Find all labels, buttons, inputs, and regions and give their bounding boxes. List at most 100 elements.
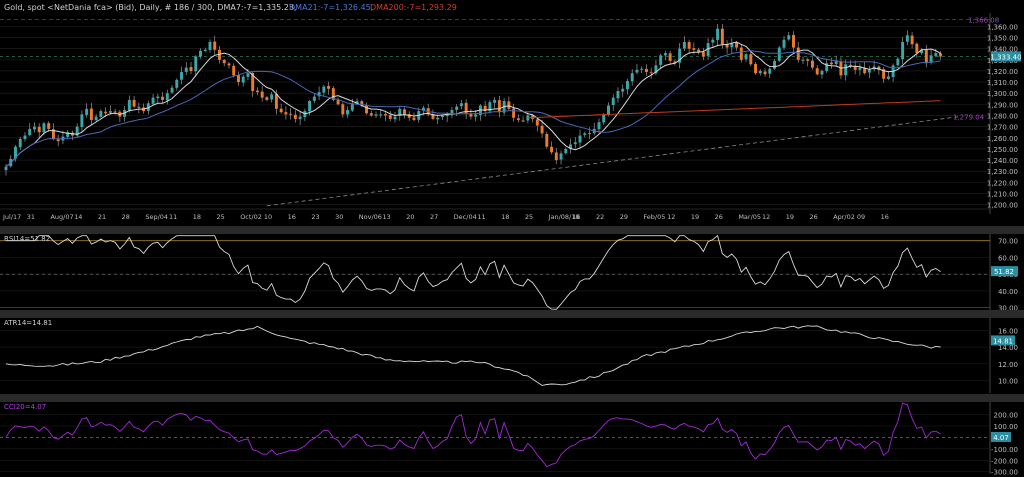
candle-body[interactable] bbox=[758, 70, 762, 74]
candle-body[interactable] bbox=[180, 72, 183, 80]
candle-body[interactable] bbox=[625, 80, 629, 90]
candle-body[interactable] bbox=[777, 47, 781, 61]
candle-body[interactable] bbox=[85, 108, 89, 115]
candle-body[interactable] bbox=[189, 67, 193, 71]
candle-body[interactable] bbox=[924, 49, 928, 64]
candle-body[interactable] bbox=[896, 58, 900, 66]
candle-body[interactable] bbox=[564, 148, 568, 154]
candle-body[interactable] bbox=[739, 47, 743, 60]
candle-body[interactable] bbox=[137, 106, 141, 108]
candle-body[interactable] bbox=[554, 152, 558, 161]
candle-body[interactable] bbox=[806, 59, 810, 61]
candle-body[interactable] bbox=[867, 69, 871, 73]
candle-body[interactable] bbox=[232, 65, 236, 76]
candle-body[interactable] bbox=[327, 85, 331, 89]
candle-body[interactable] bbox=[246, 73, 250, 77]
candle-body[interactable] bbox=[199, 50, 202, 57]
candle-body[interactable] bbox=[365, 105, 369, 114]
candle-body[interactable] bbox=[588, 133, 591, 135]
candle-body[interactable] bbox=[388, 115, 392, 119]
candle-body[interactable] bbox=[474, 114, 478, 117]
candle-body[interactable] bbox=[403, 109, 406, 115]
candle-body[interactable] bbox=[644, 68, 648, 73]
candle[interactable] bbox=[545, 131, 549, 149]
candle-body[interactable] bbox=[241, 76, 245, 83]
candle-body[interactable] bbox=[597, 122, 601, 130]
candle-body[interactable] bbox=[749, 54, 753, 65]
candle-body[interactable] bbox=[346, 109, 350, 115]
candle-body[interactable] bbox=[507, 101, 511, 109]
candle-body[interactable] bbox=[80, 114, 84, 127]
candle-body[interactable] bbox=[293, 114, 297, 119]
candle-body[interactable] bbox=[412, 117, 416, 120]
candle-body[interactable] bbox=[104, 111, 108, 114]
candle-body[interactable] bbox=[289, 113, 293, 115]
candle-body[interactable] bbox=[915, 43, 919, 54]
candle-body[interactable] bbox=[801, 59, 805, 61]
candle-body[interactable] bbox=[844, 64, 848, 76]
candle-body[interactable] bbox=[56, 139, 60, 142]
candle-body[interactable] bbox=[156, 96, 160, 99]
candle-body[interactable] bbox=[796, 47, 800, 60]
candle-body[interactable] bbox=[621, 88, 625, 92]
candle-body[interactable] bbox=[848, 64, 852, 66]
candle-body[interactable] bbox=[663, 53, 667, 56]
candle-body[interactable] bbox=[649, 72, 653, 74]
candle-body[interactable] bbox=[744, 54, 748, 60]
candle-body[interactable] bbox=[692, 48, 696, 50]
candle-body[interactable] bbox=[521, 120, 525, 122]
candle-body[interactable] bbox=[616, 91, 620, 99]
candle-body[interactable] bbox=[440, 115, 444, 118]
candle-body[interactable] bbox=[583, 133, 587, 136]
candle-body[interactable] bbox=[811, 60, 814, 68]
candle-body[interactable] bbox=[47, 123, 51, 129]
candle-body[interactable] bbox=[754, 63, 758, 74]
candle-body[interactable] bbox=[222, 59, 226, 64]
candle-body[interactable] bbox=[270, 94, 274, 100]
candle-body[interactable] bbox=[550, 146, 554, 153]
candle-body[interactable] bbox=[858, 67, 862, 70]
candle-body[interactable] bbox=[322, 86, 326, 93]
candle-body[interactable] bbox=[165, 93, 169, 101]
candle-body[interactable] bbox=[716, 28, 720, 40]
candle-body[interactable] bbox=[640, 68, 644, 70]
candle-body[interactable] bbox=[905, 35, 909, 42]
candle-body[interactable] bbox=[497, 100, 501, 113]
candle-body[interactable] bbox=[161, 96, 165, 100]
candle-body[interactable] bbox=[208, 41, 212, 50]
candle-body[interactable] bbox=[236, 75, 240, 83]
candle-body[interactable] bbox=[607, 105, 610, 116]
candle-body[interactable] bbox=[284, 112, 288, 115]
candle-body[interactable] bbox=[578, 135, 582, 143]
candle-body[interactable] bbox=[934, 53, 938, 56]
candle-body[interactable] bbox=[611, 97, 615, 106]
candle-body[interactable] bbox=[886, 76, 890, 79]
candle-body[interactable] bbox=[170, 87, 174, 93]
candle-body[interactable] bbox=[792, 34, 795, 48]
candle-body[interactable] bbox=[274, 94, 278, 109]
candle-body[interactable] bbox=[602, 114, 606, 123]
candle-body[interactable] bbox=[379, 114, 383, 116]
chart-canvas[interactable]: 1,279.041,366.08 1,200.001,210.001,220.0… bbox=[0, 0, 1024, 477]
candle-body[interactable] bbox=[493, 99, 497, 103]
candle-body[interactable] bbox=[459, 103, 463, 107]
candle-body[interactable] bbox=[668, 53, 672, 61]
candle-body[interactable] bbox=[4, 166, 8, 171]
candle-body[interactable] bbox=[535, 119, 539, 126]
candle-body[interactable] bbox=[687, 42, 691, 49]
candle-body[interactable] bbox=[336, 100, 340, 105]
candle-body[interactable] bbox=[308, 101, 312, 112]
candle-body[interactable] bbox=[132, 99, 136, 107]
candle-body[interactable] bbox=[768, 68, 772, 74]
candle-body[interactable] bbox=[227, 63, 231, 66]
candle-body[interactable] bbox=[659, 55, 663, 65]
candle-body[interactable] bbox=[42, 123, 46, 133]
candle-body[interactable] bbox=[194, 56, 198, 72]
candle-body[interactable] bbox=[175, 79, 179, 88]
candle-body[interactable] bbox=[773, 60, 776, 69]
candle-body[interactable] bbox=[711, 39, 715, 43]
candle-body[interactable] bbox=[265, 97, 269, 100]
candle-body[interactable] bbox=[350, 104, 354, 111]
candle-body[interactable] bbox=[393, 116, 397, 120]
candle-body[interactable] bbox=[901, 41, 905, 60]
